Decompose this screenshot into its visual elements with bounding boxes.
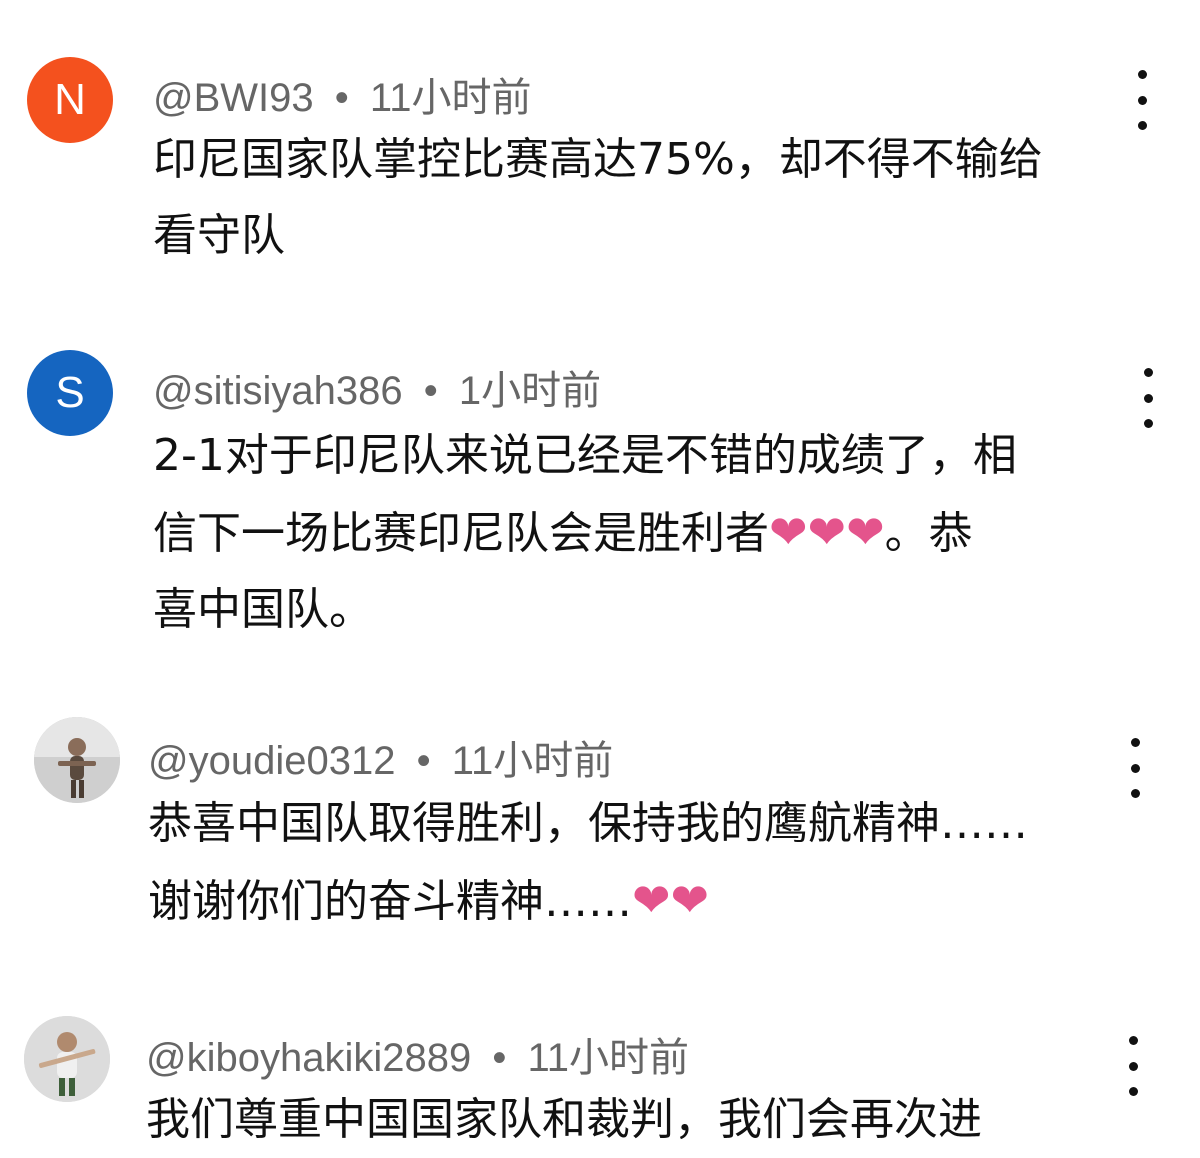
comment-line: 看守队 [153, 210, 285, 261]
username[interactable]: @kiboyhakiki2889 [146, 1036, 471, 1080]
comment-meta: @BWI93 • 11小时前 [153, 65, 531, 123]
heart-emoji: ❤ [670, 873, 710, 927]
comment-line: 谢谢你们的奋斗精神……❤❤ [148, 862, 1028, 940]
avatar-letter: S [55, 368, 85, 417]
comment-list: N @BWI93 • 11小时前 印尼国家队掌控比赛高达75%，却不得不输给 看… [0, 0, 1200, 1145]
avatar[interactable]: N [27, 57, 113, 143]
comment-meta: @sitisiyah386 • 1小时前 [153, 358, 601, 416]
comment-line: 印尼国家队掌控比赛高达75%，却不得不输给 [153, 134, 1043, 185]
username[interactable]: @youdie0312 [148, 739, 395, 783]
heart-emoji: ❤ [769, 505, 808, 559]
timestamp[interactable]: 11小时前 [528, 1036, 690, 1080]
heart-emoji: ❤ [632, 873, 671, 927]
avatar[interactable] [24, 1016, 110, 1102]
comment-line: 我们尊重中国国家队和裁判，我们会再次进 [146, 1094, 982, 1145]
username[interactable]: @sitisiyah386 [153, 369, 403, 413]
comment-text: 恭喜中国队取得胜利，保持我的鹰航精神…… 谢谢你们的奋斗精神……❤❤ [148, 786, 1028, 940]
comment-line-text: 谢谢你们的奋斗精神…… [148, 876, 632, 927]
more-vertical-icon[interactable] [1133, 368, 1163, 428]
comment-line: 恭喜中国队取得胜利，保持我的鹰航精神…… [148, 798, 1028, 849]
avatar-letter: N [54, 75, 86, 124]
comment-line: 信下一场比赛印尼队会是胜利者❤❤❤。恭 [153, 494, 1017, 572]
separator: • [492, 1036, 507, 1080]
comment-text: 我们尊重中国国家队和裁判，我们会再次进 [146, 1082, 982, 1158]
comment-line: 喜中国队。 [153, 584, 373, 635]
comment-text: 2-1对于印尼队来说已经是不错的成绩了，相 信下一场比赛印尼队会是胜利者❤❤❤。… [153, 418, 1017, 648]
timestamp[interactable]: 11小时前 [452, 739, 614, 783]
heart-emoji: ❤ [807, 505, 847, 559]
more-vertical-icon[interactable] [1127, 70, 1157, 130]
more-vertical-icon[interactable] [1118, 1036, 1148, 1096]
comment-meta: @kiboyhakiki2889 • 11小时前 [146, 1025, 689, 1083]
avatar[interactable]: S [27, 350, 113, 436]
timestamp[interactable]: 11小时前 [370, 76, 532, 120]
separator: • [423, 369, 438, 413]
comment-line-suffix: 。恭 [884, 508, 973, 559]
comment-meta: @youdie0312 • 11小时前 [148, 728, 613, 786]
comment-line-text: 信下一场比赛印尼队会是胜利者 [153, 508, 769, 559]
comment-line: 2-1对于印尼队来说已经是不错的成绩了，相 [153, 430, 1017, 481]
avatar[interactable] [34, 717, 120, 803]
separator: • [334, 76, 349, 120]
username[interactable]: @BWI93 [153, 76, 314, 120]
separator: • [416, 739, 431, 783]
comment-text: 印尼国家队掌控比赛高达75%，却不得不输给 看守队 [153, 122, 1043, 274]
heart-emoji: ❤ [846, 505, 885, 559]
avatar-image [24, 1016, 110, 1102]
timestamp[interactable]: 1小时前 [459, 369, 601, 413]
avatar-image [34, 717, 120, 803]
more-vertical-icon[interactable] [1120, 738, 1150, 798]
